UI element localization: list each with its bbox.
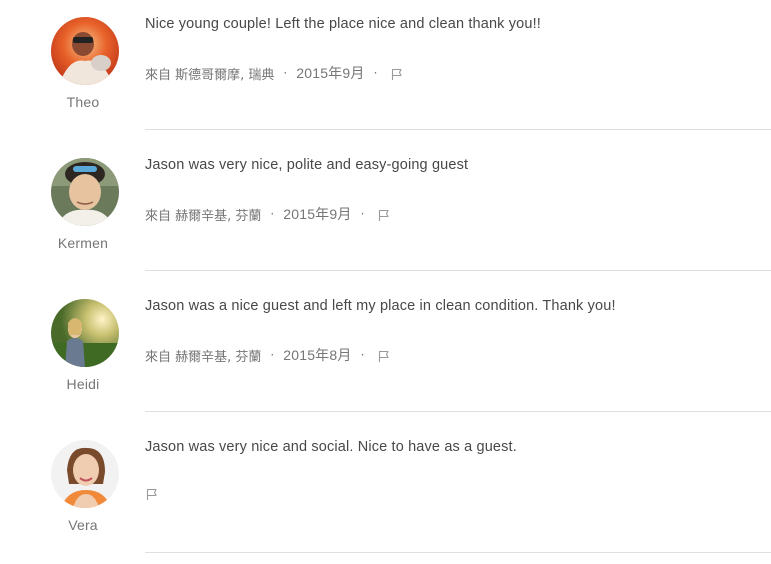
divider [145,411,771,412]
avatar[interactable] [51,158,119,226]
review-item: Vera Jason was very nice and social. Nic… [0,423,771,564]
divider [145,552,771,553]
review-item: Kermen Jason was very nice, polite and e… [0,141,771,282]
separator-dot: · [283,66,288,80]
review-date: 2015年9月 [296,65,365,81]
avatar[interactable] [51,17,119,85]
review-location: 來自 赫爾辛基, 芬蘭 [145,208,262,224]
review-item: Heidi Jason was a nice guest and left my… [0,282,771,423]
review-meta [145,486,159,500]
review-item: Theo Nice young couple! Left the place n… [0,0,771,141]
divider [145,129,771,130]
avatar[interactable] [51,299,119,367]
reviewer-name[interactable]: Vera [32,517,134,533]
reviewer-name[interactable]: Kermen [32,235,134,251]
review-location: 來自 斯德哥爾摩, 瑞典 [145,67,275,83]
separator-dot: · [270,207,275,221]
flag-icon[interactable] [390,67,404,81]
review-text: Nice young couple! Left the place nice a… [145,16,541,32]
divider [145,270,771,271]
review-text: Jason was a nice guest and left my place… [145,298,616,314]
review-meta: 來自 斯德哥爾摩, 瑞典 · 2015年9月 · [145,63,404,83]
review-meta: 來自 赫爾辛基, 芬蘭 · 2015年8月 · [145,345,391,365]
flag-icon[interactable] [145,487,159,501]
review-date: 2015年9月 [283,206,352,222]
reviewer-name[interactable]: Heidi [32,376,134,392]
separator-dot: · [373,66,378,80]
reviewer-name[interactable]: Theo [32,94,134,110]
separator-dot: · [360,207,365,221]
avatar[interactable] [51,440,119,508]
review-text: Jason was very nice and social. Nice to … [145,439,517,455]
review-date: 2015年8月 [283,347,352,363]
separator-dot: · [360,348,365,362]
review-meta: 來自 赫爾辛基, 芬蘭 · 2015年9月 · [145,204,391,224]
separator-dot: · [270,348,275,362]
flag-icon[interactable] [377,349,391,363]
review-location: 來自 赫爾辛基, 芬蘭 [145,349,262,365]
flag-icon[interactable] [377,208,391,222]
review-text: Jason was very nice, polite and easy-goi… [145,157,469,173]
